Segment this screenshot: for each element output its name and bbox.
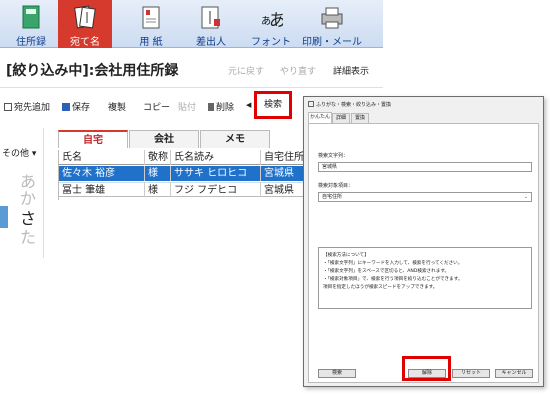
cell-reading: フジ フデヒコ — [171, 182, 261, 197]
tab-replace[interactable]: 置換 — [351, 113, 369, 123]
tab-font[interactable]: ぁ あ フォント — [244, 0, 298, 48]
dropdown-arrow-icon: ▾ — [31, 149, 37, 159]
copy-button[interactable]: コピー — [143, 100, 170, 113]
address-table: 氏名 敬称 氏名読み 自宅住所 佐々木 裕彦 様 ササキ ヒロヒコ 宮城県 冨士… — [58, 150, 309, 200]
tab-sender[interactable]: 差出人 — [184, 0, 238, 48]
tab-atena[interactable]: 宛て名 — [58, 0, 112, 48]
tab-label: 用 紙 — [139, 37, 163, 48]
svg-text:あ: あ — [269, 11, 283, 30]
help-line: 【検索方法について】 — [323, 253, 369, 258]
search-target-select[interactable]: 自宅住所 ⌄ — [318, 192, 532, 202]
paper-icon — [142, 6, 160, 29]
search-target-label: 検索対象項目： — [318, 183, 354, 189]
cell-name: 佐々木 裕彦 — [59, 166, 145, 181]
ribbon: 住所録 宛て名 用 紙 差出人 ぁ あ フォント 印刷・メール — [0, 0, 383, 48]
tab-label: 住所録 — [16, 37, 46, 48]
dialog-search-button[interactable]: 検索 — [318, 369, 356, 378]
trash-icon — [208, 103, 214, 111]
tab-label: 差出人 — [196, 37, 226, 48]
delete-label: 削除 — [216, 103, 235, 113]
tab-print-mail[interactable]: 印刷・メール — [302, 0, 362, 48]
tab-paper[interactable]: 用 紙 — [124, 0, 178, 48]
tab-label: 印刷・メール — [302, 37, 362, 48]
save-icon — [62, 103, 70, 111]
duplicate-button[interactable]: 複製 — [108, 100, 126, 113]
chevron-left-icon[interactable]: ◀ — [246, 101, 251, 109]
kana-index-ta[interactable]: た — [20, 224, 36, 248]
search-button[interactable]: 検索 — [254, 91, 292, 119]
table-row[interactable]: 佐々木 裕彦 様 ササキ ヒロヒコ 宮城県 — [59, 166, 309, 181]
delete-button[interactable]: 削除 — [208, 100, 234, 113]
cell-honorific: 様 — [145, 182, 171, 197]
column-header-address[interactable]: 自宅住所 — [261, 150, 309, 165]
help-line: 項目を指定したほうが検索スピードをアップできます。 — [323, 285, 438, 290]
cell-reading: ササキ ヒロヒコ — [171, 166, 261, 181]
column-header-honorific[interactable]: 敬称 — [145, 150, 171, 165]
chevron-down-icon: ⌄ — [523, 194, 528, 200]
add-recipient-label: 宛先追加 — [14, 103, 51, 113]
paste-button[interactable]: 貼付 — [178, 100, 196, 113]
search-text-label: 検索文字列： — [318, 153, 349, 159]
printer-mail-icon — [321, 7, 343, 29]
tab-memo[interactable]: メモ — [200, 130, 270, 148]
table-row[interactable]: 冨士 筆雄 様 フジ フデヒコ 宮城県 — [59, 182, 309, 197]
group-selector[interactable]: その他 ▾ — [2, 146, 36, 159]
search-dialog: ふりがな・検索・絞り込み・置換 かんたん 詳細 置換 検索文字列： 宮城県 検索… — [303, 96, 544, 387]
cell-name: 冨士 筆雄 — [59, 182, 145, 197]
dialog-title: ふりがな・検索・絞り込み・置換 — [308, 101, 391, 108]
column-header-name[interactable]: 氏名 — [59, 150, 145, 165]
redo-button[interactable]: やり直す — [280, 64, 316, 77]
save-label: 保存 — [72, 103, 91, 113]
address-book-icon — [22, 5, 40, 29]
cell-address: 宮城県 — [261, 166, 309, 181]
reset-button[interactable]: リセット — [452, 369, 490, 378]
kana-selection-marker — [0, 206, 8, 228]
cell-address: 宮城県 — [261, 182, 309, 197]
tab-home[interactable]: 自宅 — [58, 130, 128, 148]
dialog-panel: 検索文字列： 宮城県 検索対象項目： 自宅住所 ⌄ 【検索方法について】 ・「検… — [308, 123, 539, 383]
undo-button[interactable]: 元に戻す — [228, 64, 264, 77]
add-recipient-button[interactable]: 宛先追加 — [4, 100, 50, 113]
table-header: 氏名 敬称 氏名読み 自宅住所 — [59, 150, 309, 165]
envelope-address-icon — [74, 5, 96, 29]
tab-company[interactable]: 会社 — [129, 130, 199, 148]
dialog-app-icon — [308, 101, 314, 107]
tab-label: 宛て名 — [70, 37, 100, 48]
search-help-box: 【検索方法について】 ・「検索文字列」にキーワードを入力して、検索を行ってくださ… — [318, 247, 532, 309]
tab-simple[interactable]: かんたん — [308, 112, 332, 123]
save-button[interactable]: 保存 — [62, 100, 90, 113]
tab-label: フォント — [251, 37, 291, 48]
title-bar: [絞り込み中]:会社用住所録 元に戻す やり直す 詳細表示 — [0, 48, 383, 88]
sender-icon — [201, 6, 220, 29]
search-text-input[interactable]: 宮城県 — [318, 162, 532, 172]
page-title: [絞り込み中]:会社用住所録 — [6, 63, 179, 79]
cancel-button[interactable]: キャンセル — [495, 369, 533, 378]
help-line: ・「検索対象項目」で、検索を行う項目を絞り込むことができます。 — [323, 277, 463, 282]
help-line: ・「検索文字列」にキーワードを入力して、検索を行ってください。 — [323, 261, 463, 266]
detail-view-button[interactable]: 詳細表示 — [333, 64, 369, 77]
tab-address-book[interactable]: 住所録 — [4, 0, 58, 48]
help-line: ・「検索文字列」をスペースで区切ると、AND検索されます。 — [323, 269, 450, 274]
cell-honorific: 様 — [145, 166, 171, 181]
font-icon: ぁ あ — [260, 11, 283, 30]
clear-button-highlight — [402, 356, 451, 381]
column-header-reading[interactable]: 氏名読み — [171, 150, 261, 165]
tab-detail[interactable]: 詳細 — [332, 113, 350, 123]
add-recipient-icon — [4, 103, 12, 111]
kana-index-panel: その他 ▾ あ か さ た — [0, 128, 44, 258]
